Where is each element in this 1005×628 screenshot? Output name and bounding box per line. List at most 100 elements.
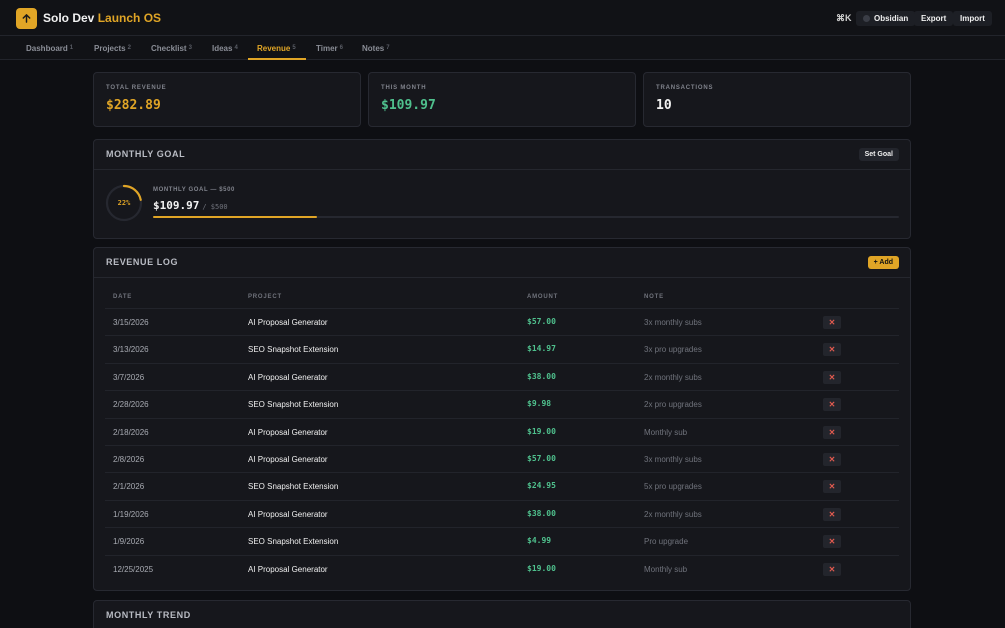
row-project: SEO Snapshot Extension xyxy=(248,345,339,355)
row-amount: $38.00 xyxy=(527,508,556,518)
row-project: AI Proposal Generator xyxy=(248,318,328,327)
export-button[interactable]: Export xyxy=(914,11,954,26)
row-amount: $38.00 xyxy=(527,371,556,381)
goal-amount: $109.97/ $500 xyxy=(153,199,228,212)
section-title: Monthly Goal xyxy=(106,149,186,159)
goal-target: / $500 xyxy=(202,203,228,211)
stat-label: Total Revenue xyxy=(106,85,167,91)
row-project: AI Proposal Generator xyxy=(248,564,328,574)
tab-label: Ideas xyxy=(212,43,233,53)
delete-entry-button[interactable]: ✕ xyxy=(823,398,841,412)
delete-entry-button[interactable]: ✕ xyxy=(823,316,841,329)
stat-value: 10 xyxy=(656,98,672,113)
row-project: SEO Snapshot Extension xyxy=(248,537,339,547)
table-row: 12/25/2025 AI Proposal Generator $19.00 Mon… xyxy=(105,554,899,582)
row-project: AI Proposal Generator xyxy=(248,372,328,382)
column-header-amount: Amount xyxy=(527,294,559,300)
row-amount: $57.00 xyxy=(527,317,556,326)
tab-label: Projects xyxy=(94,43,126,53)
revenue-log-card: Revenue Log + Add Date Project Amount No… xyxy=(93,247,911,591)
delete-entry-button[interactable]: ✕ xyxy=(823,507,841,521)
obsidian-button[interactable]: Obsidian xyxy=(856,11,916,26)
delete-entry-button[interactable]: ✕ xyxy=(823,453,841,466)
row-amount: $9.98 xyxy=(527,399,552,409)
goal-progress-fill xyxy=(153,216,318,218)
obsidian-icon xyxy=(863,15,870,22)
row-note: 3x monthly subs xyxy=(644,318,702,327)
table-row: 3/13/2026 SEO Snapshot Extension $14.97 3x … xyxy=(105,335,899,362)
row-note: 3x pro upgrades xyxy=(644,345,702,355)
column-header-date: Date xyxy=(113,294,133,300)
tab-label: Revenue xyxy=(257,43,291,53)
set-goal-button[interactable]: Set Goal xyxy=(858,148,899,161)
delete-entry-button[interactable]: ✕ xyxy=(823,535,841,549)
row-amount: $4.99 xyxy=(527,536,552,546)
row-note: 2x monthly subs xyxy=(644,509,702,519)
table-row: 2/28/2026 SEO Snapshot Extension $9.98 2x p… xyxy=(105,390,899,417)
goal-body: 22% Monthly Goal — $500 $109.97/ $500 xyxy=(94,169,910,239)
delete-entry-button[interactable]: ✕ xyxy=(823,370,841,384)
row-note: Monthly sub xyxy=(644,564,688,574)
row-amount: $24.95 xyxy=(527,481,556,491)
tab-shortcut: 7 xyxy=(386,45,390,51)
delete-entry-button[interactable]: ✕ xyxy=(823,480,841,494)
brand-primary: Solo Dev xyxy=(43,11,95,25)
obsidian-label: Obsidian xyxy=(874,14,909,23)
row-project: SEO Snapshot Extension xyxy=(248,400,339,410)
table-row: 2/1/2026 SEO Snapshot Extension $24.95 5x p… xyxy=(105,472,899,499)
tab-checklist[interactable]: Checklist 3 xyxy=(151,36,192,60)
table-row: 1/9/2026 SEO Snapshot Extension $4.99 Pro u… xyxy=(105,527,899,554)
tab-label: Checklist xyxy=(151,43,187,53)
logo[interactable] xyxy=(16,8,37,29)
column-header-note: Note xyxy=(644,294,664,300)
column-header-project: Project xyxy=(248,294,282,300)
row-date: 2/18/2026 xyxy=(113,427,149,437)
delete-entry-button[interactable]: ✕ xyxy=(823,425,841,439)
row-note: 2x pro upgrades xyxy=(644,400,702,410)
stat-label: Transactions xyxy=(656,85,714,91)
tab-notes[interactable]: Notes 7 xyxy=(362,36,390,60)
monthly-trend-card: Monthly Trend xyxy=(93,600,911,628)
command-palette-shortcut[interactable]: ⌘K xyxy=(836,13,852,24)
goal-progress-track xyxy=(153,216,899,218)
tab-shortcut: 6 xyxy=(339,45,343,51)
row-date: 3/15/2026 xyxy=(113,318,149,327)
tab-shortcut: 1 xyxy=(69,45,74,51)
brand-accent: Launch OS xyxy=(97,11,162,25)
delete-entry-button[interactable]: ✕ xyxy=(823,343,841,357)
tab-label: Dashboard xyxy=(26,43,68,53)
row-date: 2/1/2026 xyxy=(113,482,145,492)
add-revenue-button[interactable]: + Add xyxy=(867,256,899,269)
tab-label: Timer xyxy=(316,43,338,53)
tab-ideas[interactable]: Ideas 4 xyxy=(212,36,238,60)
tab-revenue[interactable]: Revenue 5 xyxy=(257,36,296,60)
row-date: 3/13/2026 xyxy=(113,345,149,355)
row-date: 3/7/2026 xyxy=(113,372,145,382)
monthly-goal-card: Monthly Goal Set Goal 22% Monthly Goal —… xyxy=(93,139,911,239)
goal-percent: 22% xyxy=(117,199,131,207)
stat-value: $109.97 xyxy=(381,98,436,113)
row-note: 2x monthly subs xyxy=(644,372,702,382)
row-date: 1/9/2026 xyxy=(113,537,145,547)
table-row: 3/7/2026 AI Proposal Generator $38.00 2x mo… xyxy=(105,362,899,390)
tab-timer[interactable]: Timer 6 xyxy=(316,36,343,60)
tab-shortcut: 5 xyxy=(292,45,296,51)
tab-projects[interactable]: Projects 2 xyxy=(94,36,131,60)
row-date: 2/8/2026 xyxy=(113,455,145,464)
row-amount: $19.00 xyxy=(527,426,556,436)
goal-current: $109.97 xyxy=(153,199,200,212)
row-project: SEO Snapshot Extension xyxy=(248,482,339,492)
import-button[interactable]: Import xyxy=(953,11,992,26)
section-title: Monthly Trend xyxy=(106,610,191,620)
stat-label: This Month xyxy=(381,85,427,91)
active-tab-indicator xyxy=(248,58,306,60)
row-amount: $57.00 xyxy=(527,454,556,463)
row-amount: $19.00 xyxy=(527,563,556,573)
delete-entry-button[interactable]: ✕ xyxy=(823,562,841,576)
tab-label: Notes xyxy=(362,43,385,53)
stat-value: $282.89 xyxy=(106,98,161,113)
top-bar: Solo Dev Launch OS ⌘K Obsidian Export Im… xyxy=(0,0,1005,36)
row-note: 3x monthly subs xyxy=(644,455,702,464)
tab-dashboard[interactable]: Dashboard 1 xyxy=(26,36,73,60)
row-note: Monthly sub xyxy=(644,427,688,437)
